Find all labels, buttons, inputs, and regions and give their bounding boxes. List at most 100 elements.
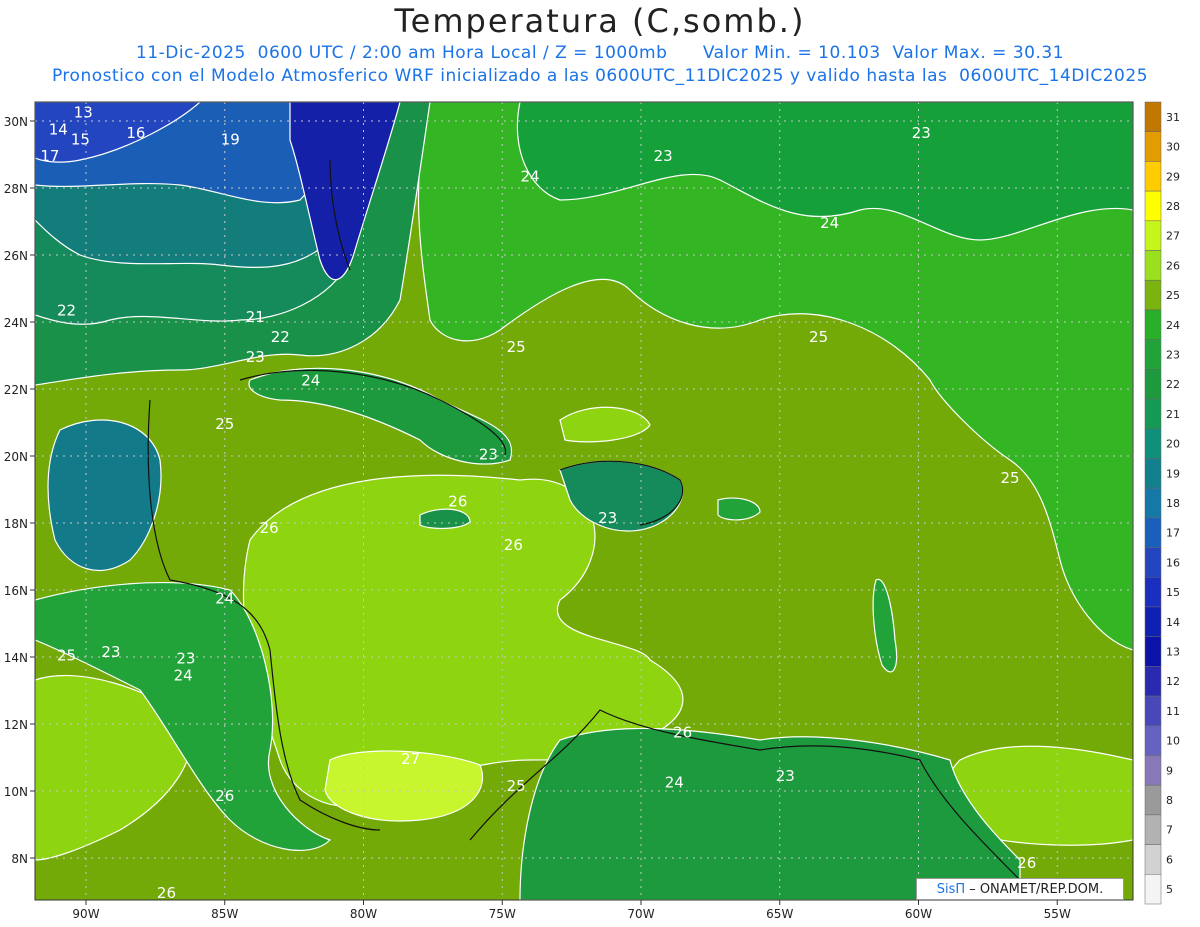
colorbar-swatch <box>1144 874 1162 905</box>
colorbar-label: 6 <box>1166 853 1173 866</box>
colorbar-swatch <box>1144 666 1162 697</box>
colorbar-label: 8 <box>1166 794 1173 807</box>
colorbar-label: 5 <box>1166 883 1173 896</box>
colorbar-label: 30 <box>1166 141 1180 154</box>
colorbar-label: 25 <box>1166 289 1180 302</box>
lon-label: 65W <box>766 907 793 921</box>
colorbar-label: 14 <box>1166 616 1180 629</box>
contour-label: 23 <box>479 445 498 463</box>
colorbar-label: 26 <box>1166 259 1180 272</box>
lon-label: 60W <box>905 907 932 921</box>
contour-label: 22 <box>57 301 76 319</box>
colorbar-swatch <box>1144 309 1162 340</box>
colorbar-swatch <box>1144 220 1162 251</box>
credit-text: – ONAMET/REP.DOM. <box>969 881 1104 897</box>
contour-label: 19 <box>221 130 240 148</box>
colorbar-swatch <box>1144 250 1162 281</box>
lat-label: 26N <box>4 249 28 263</box>
contour-label: 24 <box>301 372 320 390</box>
contour-label: 24 <box>520 167 539 185</box>
colorbar-label: 7 <box>1166 824 1173 837</box>
contour-label: 27 <box>401 750 420 768</box>
colorbar-label: 16 <box>1166 556 1180 569</box>
credit-brand: SisΠ <box>936 881 966 897</box>
colorbar-swatch <box>1144 695 1162 727</box>
colorbar-swatch <box>1144 190 1162 222</box>
contour-label: 26 <box>215 787 234 805</box>
lat-label: 20N <box>4 450 28 464</box>
colorbar-label: 29 <box>1166 170 1180 183</box>
contour-label: 23 <box>912 124 931 142</box>
colorbar-label: 28 <box>1166 200 1180 213</box>
colorbar-swatch <box>1144 279 1162 311</box>
colorbar-label: 21 <box>1166 408 1180 421</box>
contour-22-jamaica <box>419 508 471 529</box>
colorbar-swatch <box>1144 131 1162 162</box>
contour-label: 23 <box>176 650 195 668</box>
contour-label: 16 <box>126 124 145 142</box>
colorbar-swatch <box>1144 547 1162 578</box>
colorbar-swatch <box>1144 725 1162 756</box>
colorbar-swatch <box>1144 636 1162 667</box>
contour-label: 26 <box>1017 854 1036 872</box>
colorbar-swatch <box>1144 814 1162 845</box>
contour-label: 25 <box>1001 469 1020 487</box>
contour-label: 26 <box>448 492 467 510</box>
contour-label: 23 <box>598 509 617 527</box>
colorbar-swatch <box>1144 428 1162 459</box>
colorbar-swatch <box>1144 398 1162 429</box>
contour-label: 25 <box>809 328 828 346</box>
lat-label: 14N <box>4 651 28 665</box>
colorbar-swatch <box>1144 161 1162 192</box>
contour-label: 13 <box>74 104 93 122</box>
colorbar-swatch <box>1144 755 1162 786</box>
colorbar-label: 10 <box>1166 735 1180 748</box>
colorbar: 31 30 29 28 27 26 25 24 23 22 21 20 19 18 17 16 15 14 13 12… <box>1144 101 1180 905</box>
contour-label: 25 <box>507 338 526 356</box>
lat-label: 24N <box>4 316 28 330</box>
contour-label: 25 <box>57 646 76 664</box>
contour-label: 26 <box>504 536 523 554</box>
lat-label: 10N <box>4 785 28 799</box>
colorbar-swatch <box>1144 517 1162 548</box>
colorbar-label: 19 <box>1166 467 1180 480</box>
contour-label: 21 <box>246 308 265 326</box>
colorbar-label: 11 <box>1166 705 1180 718</box>
colorbar-swatch <box>1144 784 1162 816</box>
colorbar-label: 9 <box>1166 764 1173 777</box>
latitude-axis: 30N 28N 26N 24N 22N 20N 18N 16N 14N 12N 10N 8N <box>4 115 35 866</box>
contour-label: 26 <box>673 723 692 741</box>
temperature-map: 131415 16171922 212223242523262326262425 23… <box>4 101 1180 921</box>
colorbar-label: 20 <box>1166 438 1180 451</box>
lon-label: 80W <box>350 907 377 921</box>
colorbar-label: 23 <box>1166 348 1180 361</box>
contour-label: 26 <box>260 519 279 537</box>
colorbar-label: 13 <box>1166 646 1180 659</box>
colorbar-label: 15 <box>1166 586 1180 599</box>
contour-label: 14 <box>49 120 68 138</box>
lon-label: 85W <box>211 907 238 921</box>
contour-label: 22 <box>271 328 290 346</box>
contour-label: 24 <box>665 774 684 792</box>
colorbar-label: 27 <box>1166 230 1180 243</box>
lat-label: 16N <box>4 584 28 598</box>
contour-label: 25 <box>507 777 526 795</box>
lon-label: 55W <box>1044 907 1071 921</box>
colorbar-label: 31 <box>1166 111 1180 124</box>
contour-label: 24 <box>174 666 193 684</box>
lon-label: 90W <box>72 907 99 921</box>
lat-label: 22N <box>4 383 28 397</box>
colorbar-swatch <box>1144 487 1162 519</box>
colorbar-swatch <box>1144 101 1162 132</box>
colorbar-swatch <box>1144 458 1162 489</box>
colorbar-swatch <box>1144 577 1162 608</box>
lat-label: 30N <box>4 115 28 129</box>
contour-label: 24 <box>820 214 839 232</box>
lon-label: 70W <box>627 907 654 921</box>
colorbar-swatch <box>1144 339 1162 370</box>
lon-label: 75W <box>489 907 516 921</box>
colorbar-label: 12 <box>1166 675 1180 688</box>
contour-label: 23 <box>101 643 120 661</box>
credit-box: SisΠ – ONAMET/REP.DOM. <box>916 878 1124 900</box>
colorbar-label: 17 <box>1166 527 1180 540</box>
